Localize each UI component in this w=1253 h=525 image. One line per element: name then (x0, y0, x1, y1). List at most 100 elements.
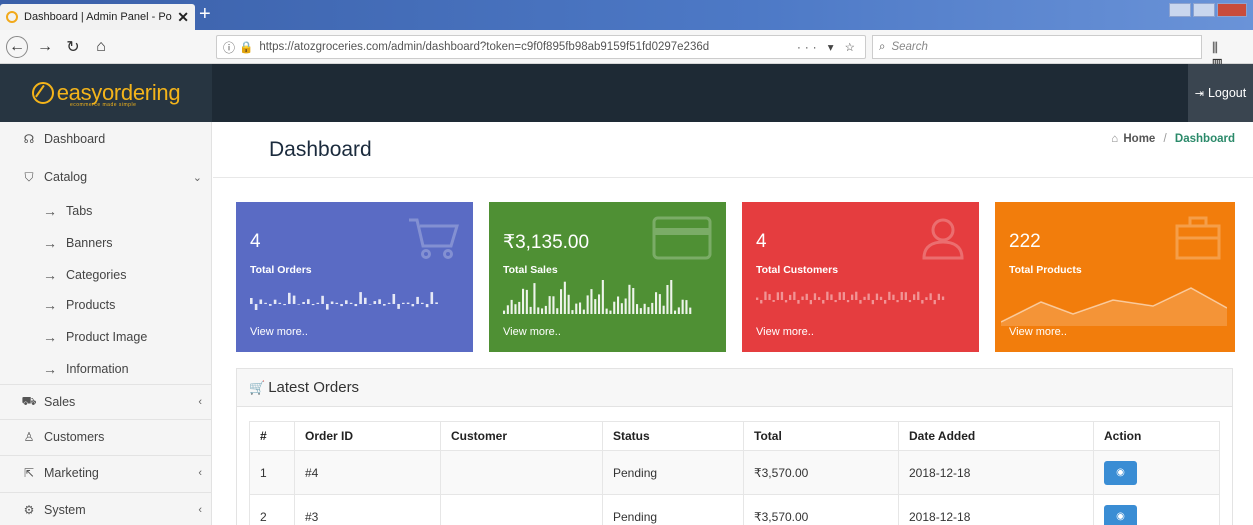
reload-icon[interactable]: ↻ (62, 36, 84, 58)
sparkline-bar (658, 294, 661, 314)
sparkline-bar (609, 310, 612, 314)
sparkline-bar (892, 294, 895, 300)
sparkline-bar (651, 302, 654, 314)
sparkline-bar (813, 293, 817, 300)
card-value: 4 (250, 231, 261, 252)
sparkline-bar (685, 300, 688, 314)
sidebar-item-label: Customers (44, 429, 105, 444)
sidebar-item-information[interactable]: → Information (0, 352, 212, 386)
sparkline-bar (913, 294, 916, 300)
user-icon: ♙ (23, 429, 35, 444)
breadcrumb-separator: / (1163, 133, 1167, 145)
arrow-right-icon: → (43, 235, 57, 251)
sidebar-item-label: Product Image (66, 330, 148, 344)
view-more-link[interactable]: View more.. (756, 326, 814, 338)
sidebar-item-sales[interactable]: ⛟ Sales ‹ (0, 384, 212, 418)
sparkline-bar (601, 280, 604, 314)
sparkline-bar (340, 304, 343, 307)
view-order-button[interactable]: ◉ (1104, 460, 1137, 485)
arrow-right-icon: → (43, 329, 57, 345)
page-actions-icon[interactable]: ··· ▾ ☆ (797, 40, 859, 54)
page-header: Dashboard ⌂ Home / Dashboard (213, 122, 1253, 178)
sidebar-item-system[interactable]: ⚙ System ‹ (0, 492, 212, 525)
browser-navbar: ← → ↻ ⌂ ⓘ 🔒 https://atozgroceries.com/ad… (0, 30, 1253, 87)
url-text[interactable]: https://atozgroceries.com/admin/dashboar… (259, 41, 797, 53)
logout-button[interactable]: ⇥ Logout (1188, 64, 1253, 122)
forward-arrow-icon[interactable]: → (34, 36, 56, 58)
home-icon[interactable]: ⌂ (90, 36, 112, 58)
info-icon[interactable]: ⓘ (223, 39, 235, 56)
column-header: Action (1093, 421, 1220, 451)
row-number: 1 (249, 450, 295, 495)
date-added: 2018-12-18 (898, 494, 1094, 525)
breadcrumb-home[interactable]: Home (1123, 133, 1155, 145)
sidebar-item-banners[interactable]: → Banners (0, 226, 212, 260)
action-cell: ◉ (1093, 494, 1220, 525)
sparkline-bar (681, 299, 684, 314)
card-total-sales: ₹3,135.00 Total Sales View more.. (489, 202, 726, 352)
sparkline-bar (677, 307, 680, 314)
sparkline-bar (805, 293, 808, 300)
column-header: Total (743, 421, 899, 451)
sparkline-bar (834, 300, 837, 303)
sparkline-bar (772, 300, 775, 302)
page-title: Dashboard (269, 138, 372, 161)
sparkline-bar (859, 300, 862, 304)
customer (440, 450, 603, 495)
table-row: 2 #3 Pending ₹3,570.00 2018-12-18 ◉ (249, 494, 1220, 525)
sparkline-bar (647, 307, 650, 314)
sparkline-bar (368, 304, 372, 305)
view-more-link[interactable]: View more.. (250, 326, 308, 338)
new-tab-icon[interactable]: + (199, 4, 211, 24)
window-close-icon[interactable] (1217, 3, 1247, 17)
card-label: Total Sales (503, 264, 558, 276)
view-order-button[interactable]: ◉ (1104, 504, 1137, 525)
sparkline-bar (846, 300, 850, 303)
gear-icon: ⚙ (23, 502, 35, 517)
sparkline-bar (321, 295, 324, 304)
sparkline-bar (510, 299, 513, 314)
back-arrow-icon[interactable]: ← (6, 35, 28, 58)
cart-icon (409, 218, 459, 259)
minimize-icon[interactable] (1169, 3, 1191, 17)
sidebar-item-label: Information (66, 362, 129, 376)
sidebar-item-catalog[interactable]: ⛉ Catalog ⌄ (0, 160, 212, 194)
sparkline-bar (435, 302, 438, 304)
sparkline-bar (582, 309, 585, 314)
sparkline-bar (387, 302, 391, 304)
sparkline-bar (533, 283, 536, 314)
maximize-icon[interactable] (1193, 3, 1215, 17)
browser-search-input[interactable]: ⌕ Search (872, 35, 1202, 59)
products-area-chart (1001, 287, 1227, 326)
sparkline-bar (937, 293, 940, 300)
sparkline-bar (617, 296, 620, 314)
view-more-link[interactable]: View more.. (503, 326, 561, 338)
sidebar-item-label: Catalog (44, 170, 88, 184)
sparkline-bar (430, 292, 434, 304)
view-more-link[interactable]: View more.. (1009, 326, 1067, 338)
sidebar-item-products[interactable]: → Products (0, 288, 212, 322)
sidebar-item-dashboard[interactable]: ☊ Dashboard (0, 122, 212, 156)
sparkline-bar (326, 304, 329, 310)
sidebar-item-marketing[interactable]: ⇱ Marketing ‹ (0, 455, 212, 489)
close-tab-icon[interactable]: ✕ (177, 9, 189, 26)
sparkline-bar (670, 280, 673, 314)
share-icon: ⇱ (23, 465, 35, 480)
sparkline-bar (425, 304, 429, 308)
eye-icon: ◉ (1116, 467, 1125, 478)
arrow-right-icon: → (43, 203, 57, 219)
sidebar-item-customers[interactable]: ♙ Customers (0, 419, 212, 453)
sparkline-bar (373, 301, 377, 304)
sparkline-bar (345, 300, 348, 304)
sidebar-item-tabs[interactable]: → Tabs (0, 194, 212, 228)
sparkline-bar (411, 304, 415, 307)
address-bar[interactable]: ⓘ 🔒 https://atozgroceries.com/admin/dash… (216, 35, 866, 59)
sidebar-item-product-image[interactable]: → Product Image (0, 320, 212, 354)
sidebar-item-categories[interactable]: → Categories (0, 258, 212, 292)
sparkline-bar (349, 302, 353, 304)
browser-tab[interactable]: Dashboard | Admin Panel - Po ✕ (0, 4, 195, 30)
sparkline-bar (590, 289, 593, 314)
sparkline-bar (594, 299, 597, 314)
brand-logo[interactable]: easyordering ecommerce made simple (0, 64, 212, 122)
brand-tagline: ecommerce made simple (70, 102, 137, 108)
